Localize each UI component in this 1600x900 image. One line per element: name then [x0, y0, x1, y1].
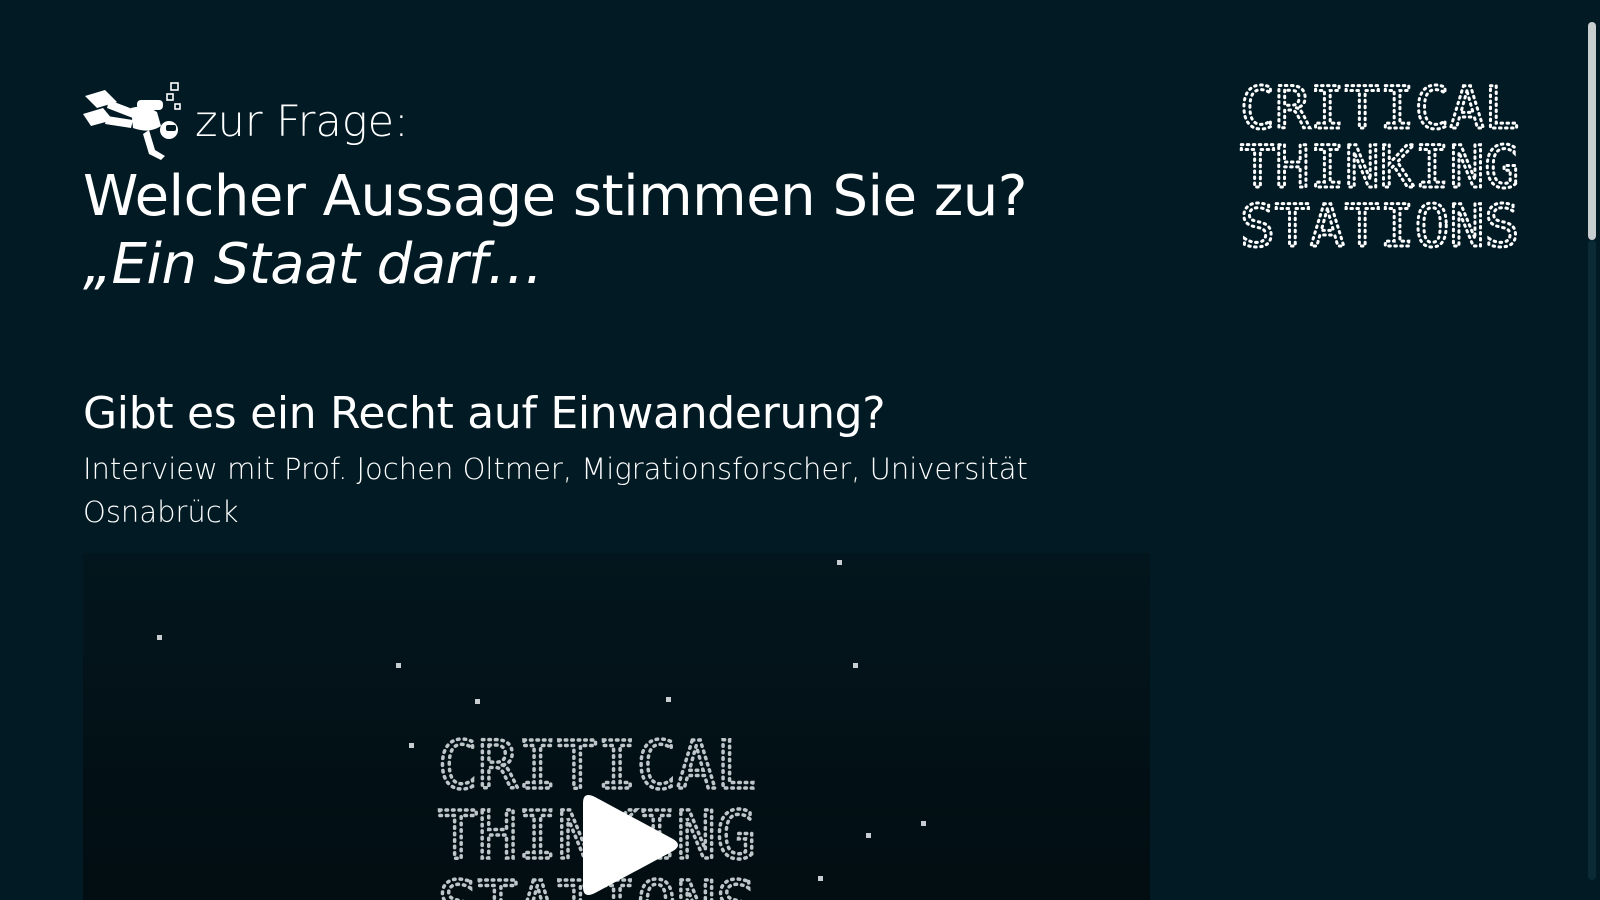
page: zur Frage: Welcher Aussage stimmen Sie z… [0, 0, 1600, 900]
section-title: Gibt es ein Recht auf Einwanderung? [83, 388, 886, 439]
kicker: zur Frage: [83, 78, 1153, 162]
critical-thinking-stations-logo[interactable]: CRITICAL THINKING STATIONS [1238, 80, 1528, 260]
scrollbar[interactable] [1582, 0, 1600, 900]
scrollbar-thumb[interactable] [1588, 22, 1596, 240]
video-poster: CRITICAL THINKING STATIONS [157, 560, 926, 900]
video-poster-line1: CRITICAL [438, 727, 756, 804]
kicker-text: zur Frage: [195, 96, 409, 147]
logo-line2: THINKING [1240, 133, 1519, 201]
quote-text: „Ein Staat darf… [83, 232, 543, 297]
diver-icon [83, 82, 181, 160]
scrollbar-track-lower[interactable] [1588, 240, 1596, 880]
question-heading: Welcher Aussage stimmen Sie zu? [83, 164, 1027, 229]
section-subtitle: Interview mit Prof. Jochen Oltmer, Migra… [83, 452, 1028, 529]
video-player[interactable]: CRITICAL THINKING STATIONS [83, 553, 1150, 900]
main-content: zur Frage: Welcher Aussage stimmen Sie z… [83, 78, 1153, 534]
logo-line3: STATIONS [1240, 192, 1519, 260]
